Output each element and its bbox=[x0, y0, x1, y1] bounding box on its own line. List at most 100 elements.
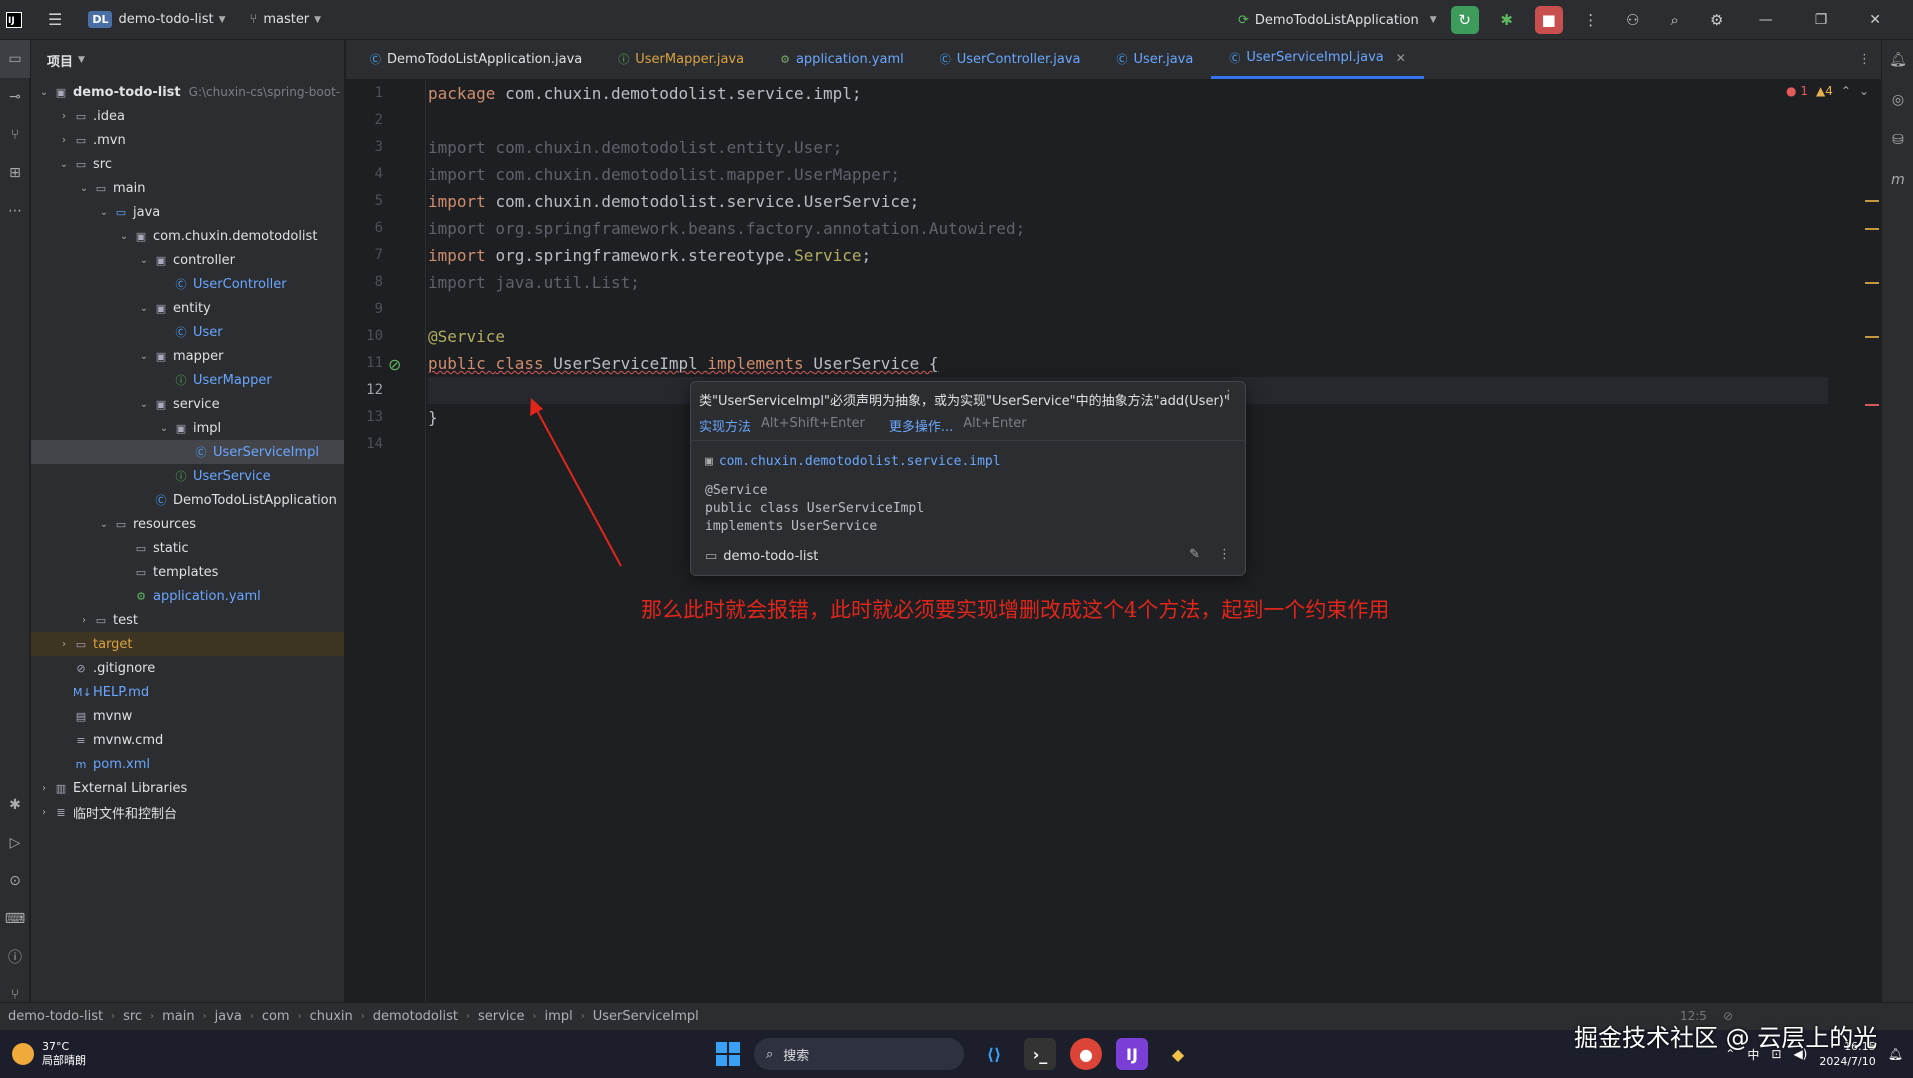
project-panel-header[interactable]: 项目 ▼ bbox=[31, 40, 344, 80]
breadcrumb-item[interactable]: com bbox=[262, 1009, 290, 1024]
chrome-icon[interactable]: ● bbox=[1070, 1038, 1102, 1070]
tree-item[interactable]: › ▭ .mvn bbox=[31, 128, 344, 152]
minimize-button[interactable]: — bbox=[1745, 12, 1787, 28]
search-icon[interactable]: ⌕ bbox=[1661, 6, 1689, 34]
debug-tool-icon[interactable]: ✱ bbox=[0, 786, 30, 824]
editor-tab[interactable]: ⚙ application.yaml bbox=[762, 39, 922, 79]
implemented-interface-gutter-icon[interactable]: ⊘ bbox=[388, 355, 401, 374]
chevron-right-icon[interactable]: › bbox=[57, 135, 71, 146]
chevron-down-icon[interactable]: ⌄ bbox=[157, 423, 171, 434]
tree-item[interactable]: › ≣ 临时文件和控制台 bbox=[31, 800, 344, 824]
breadcrumb-item[interactable]: UserServiceImpl bbox=[593, 1009, 699, 1024]
chevron-right-icon[interactable]: › bbox=[57, 639, 71, 650]
tree-item[interactable]: ⌄ ▣ com.chuxin.demotodolist bbox=[31, 224, 344, 248]
tree-item[interactable]: M↓ HELP.md bbox=[31, 680, 344, 704]
code-line[interactable]: import com.chuxin.demotodolist.service.U… bbox=[428, 188, 1828, 215]
problems-tool-icon[interactable]: ⓘ bbox=[0, 938, 30, 976]
tree-item[interactable]: ⌄ ▣ impl bbox=[31, 416, 344, 440]
chevron-right-icon[interactable]: › bbox=[37, 783, 51, 794]
code-line[interactable]: import org.springframework.stereotype.Se… bbox=[428, 242, 1828, 269]
tree-item[interactable]: Ⓒ DemoTodoListApplication bbox=[31, 488, 344, 512]
settings-gear-icon[interactable]: ⚙ bbox=[1703, 6, 1731, 34]
tabs-menu-icon[interactable]: ⋮ bbox=[1858, 52, 1871, 67]
branch-switcher[interactable]: ⑂ master ▼ bbox=[250, 12, 322, 27]
rerun-button[interactable]: ↻ bbox=[1450, 6, 1479, 34]
close-window-button[interactable]: ✕ bbox=[1855, 12, 1895, 28]
notifications-icon[interactable]: 🔔︎ bbox=[1882, 40, 1913, 80]
tree-item[interactable]: ⓘ UserService bbox=[31, 464, 344, 488]
code-line[interactable]: @Service bbox=[428, 323, 1828, 350]
chevron-down-icon[interactable]: ⌄ bbox=[97, 519, 111, 530]
chevron-down-icon[interactable]: ⌄ bbox=[137, 351, 151, 362]
chevron-down-icon[interactable]: ⌄ bbox=[137, 303, 151, 314]
chevron-down-icon[interactable]: ⌄ bbox=[97, 207, 111, 218]
project-switcher[interactable]: DL demo-todo-list ▼ bbox=[88, 11, 226, 28]
tree-item[interactable]: › ▭ .idea bbox=[31, 104, 344, 128]
code-line[interactable] bbox=[428, 107, 1828, 134]
code-line[interactable]: package com.chuxin.demotodolist.service.… bbox=[428, 80, 1828, 107]
intellij-app-icon[interactable]: IJ bbox=[1116, 1038, 1148, 1070]
tree-item[interactable]: ⌄ ▣ mapper bbox=[31, 344, 344, 368]
editor-tab[interactable]: Ⓒ UserController.java bbox=[922, 39, 1099, 79]
vscode-icon[interactable]: ⟨⟩ bbox=[978, 1038, 1010, 1070]
more-actions-icon[interactable]: ⋮ bbox=[1577, 6, 1605, 34]
tree-item[interactable]: ⌄ ▣ demo-todo-list G:\chuxin-cs\spring-boot… bbox=[31, 80, 344, 104]
breadcrumb-item[interactable]: demotodolist bbox=[373, 1009, 458, 1024]
maven-tool-icon[interactable]: m bbox=[1882, 160, 1913, 200]
breadcrumb-item[interactable]: main bbox=[162, 1009, 194, 1024]
editor-tab[interactable]: Ⓒ DemoTodoListApplication.java bbox=[352, 39, 600, 79]
edit-pencil-icon[interactable]: ✎ bbox=[1189, 547, 1200, 562]
notification-bell-icon[interactable]: 🔔︎ bbox=[1888, 1047, 1903, 1061]
run-configuration-selector[interactable]: ⟳ DemoTodoListApplication ▼ bbox=[1238, 13, 1437, 28]
tree-item[interactable]: ⌄ ▣ entity bbox=[31, 296, 344, 320]
tree-item[interactable]: ⌄ ▣ controller bbox=[31, 248, 344, 272]
package-link[interactable]: ▣ com.chuxin.demotodolist.service.impl bbox=[705, 454, 1001, 469]
editor-tab[interactable]: Ⓒ UserServiceImpl.java ✕ bbox=[1211, 39, 1424, 79]
services-tool-icon[interactable]: ⊙ bbox=[0, 862, 30, 900]
tree-item[interactable]: ▭ templates bbox=[31, 560, 344, 584]
chevron-down-icon[interactable]: ⌄ bbox=[77, 183, 91, 194]
chevron-up-icon[interactable]: ⌃ bbox=[1841, 84, 1851, 98]
main-menu-icon[interactable]: ☰ bbox=[36, 10, 74, 29]
run-tool-icon[interactable]: ▷ bbox=[0, 824, 30, 862]
tree-item[interactable]: › ▭ target bbox=[31, 632, 344, 656]
chevron-right-icon[interactable]: › bbox=[37, 807, 51, 818]
weather-widget[interactable]: 37°C 局部晴朗 bbox=[0, 1040, 86, 1068]
chevron-down-icon[interactable]: ⌄ bbox=[117, 231, 131, 242]
inspection-widget[interactable]: ● 1 ▲4 ⌃ ⌄ bbox=[1786, 84, 1869, 98]
more-actions-link[interactable]: 更多操作... bbox=[889, 416, 953, 435]
restore-button[interactable]: ❐ bbox=[1801, 12, 1842, 28]
chevron-right-icon[interactable]: › bbox=[57, 111, 71, 122]
tree-item[interactable]: ⓘ UserMapper bbox=[31, 368, 344, 392]
terminal-tool-icon[interactable]: ⌨ bbox=[0, 900, 30, 938]
debug-icon[interactable]: ✱ bbox=[1493, 6, 1521, 34]
code-line[interactable]: import com.chuxin.demotodolist.entity.Us… bbox=[428, 134, 1828, 161]
chevron-down-icon[interactable]: ⌄ bbox=[137, 399, 151, 410]
files-app-icon[interactable]: ◆ bbox=[1162, 1038, 1194, 1070]
pull-requests-icon[interactable]: ⑂ bbox=[0, 116, 30, 154]
implement-methods-link[interactable]: 实现方法 bbox=[699, 416, 751, 435]
tree-item[interactable]: Ⓒ UserController bbox=[31, 272, 344, 296]
tree-item[interactable]: m pom.xml bbox=[31, 752, 344, 776]
code-line[interactable] bbox=[428, 296, 1828, 323]
chevron-down-icon[interactable]: ⌄ bbox=[137, 255, 151, 266]
code-line[interactable]: import java.util.List; bbox=[428, 269, 1828, 296]
breadcrumb-item[interactable]: src bbox=[123, 1009, 142, 1024]
terminal-app-icon[interactable]: ›_ bbox=[1024, 1038, 1056, 1070]
intellij-logo-icon[interactable]: IJ bbox=[6, 11, 22, 28]
tree-item[interactable]: ⌄ ▭ resources bbox=[31, 512, 344, 536]
chevron-down-icon[interactable]: ⌄ bbox=[1859, 84, 1869, 98]
breadcrumb-item[interactable]: service bbox=[478, 1009, 525, 1024]
code-line[interactable]: import com.chuxin.demotodolist.mapper.Us… bbox=[428, 161, 1828, 188]
taskbar-search[interactable]: ⌕ 搜索 bbox=[754, 1038, 964, 1070]
tree-item[interactable]: ⌄ ▭ src bbox=[31, 152, 344, 176]
stop-button[interactable]: ■ bbox=[1534, 6, 1563, 34]
more-options-icon[interactable]: ⋮ bbox=[1222, 388, 1235, 403]
breadcrumb-item[interactable]: demo-todo-list bbox=[8, 1009, 103, 1024]
windows-start-icon[interactable] bbox=[716, 1042, 740, 1066]
breadcrumb-item[interactable]: chuxin bbox=[310, 1009, 353, 1024]
tree-item[interactable]: ⌄ ▭ main bbox=[31, 176, 344, 200]
breadcrumb-item[interactable]: java bbox=[215, 1009, 242, 1024]
database-icon[interactable]: ⛁ bbox=[1882, 120, 1913, 160]
code-line[interactable]: public class UserServiceImpl implements … bbox=[428, 350, 1828, 377]
